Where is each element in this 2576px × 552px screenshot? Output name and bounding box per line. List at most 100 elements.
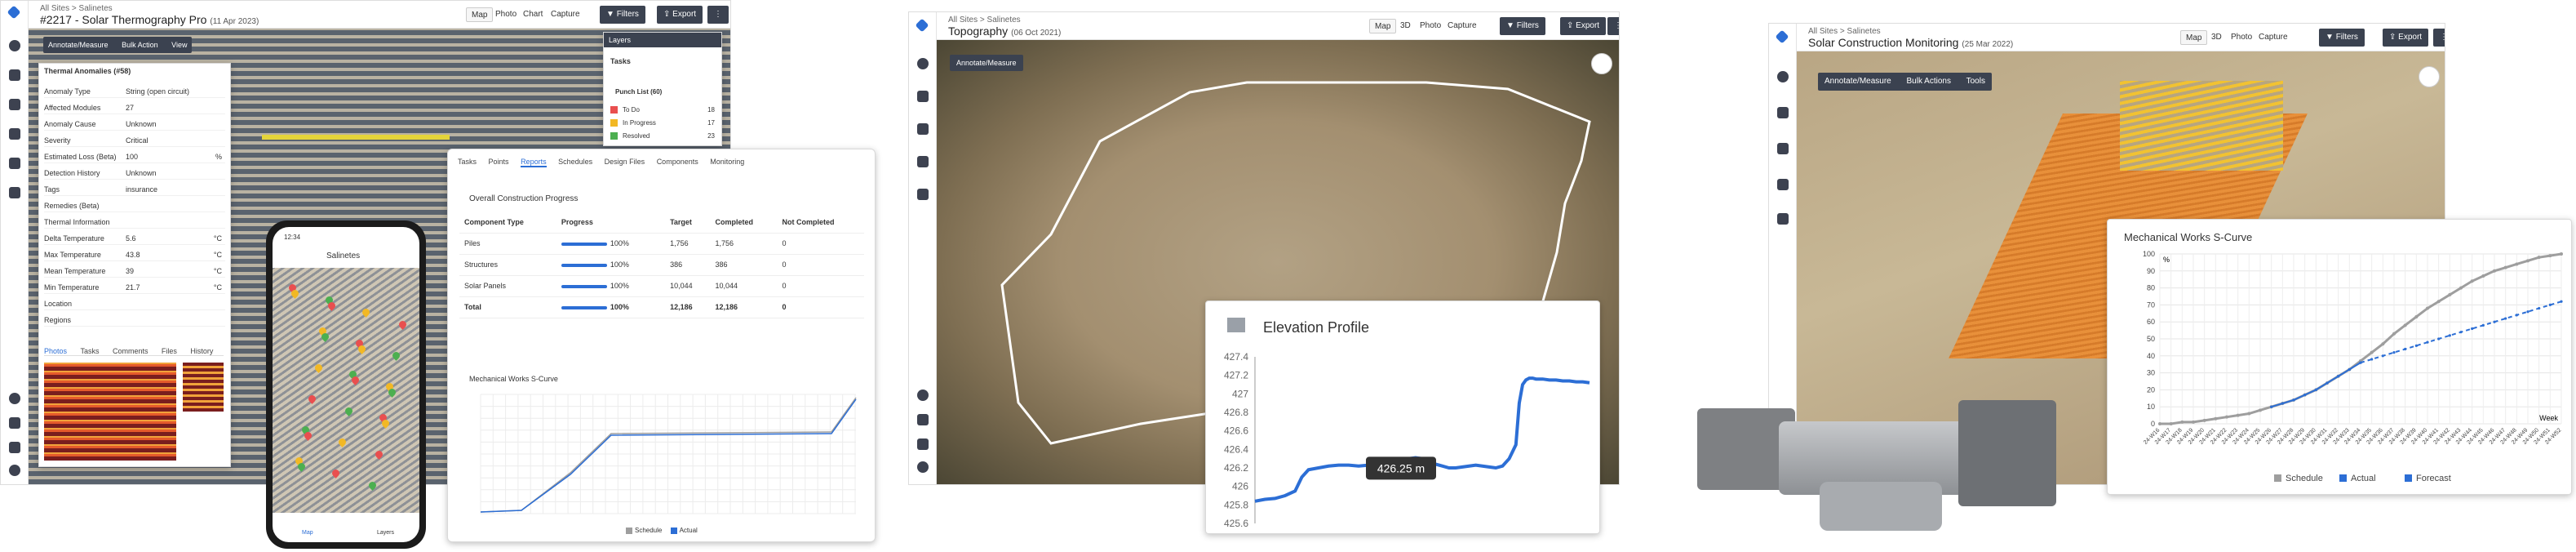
location-pin-icon[interactable] — [9, 69, 20, 81]
tab-map[interactable]: Map — [2180, 30, 2208, 45]
column-header[interactable]: Progress — [556, 211, 666, 234]
tab-photo[interactable]: Photo — [2226, 30, 2257, 45]
view-button[interactable]: View — [171, 41, 187, 49]
binoculars-icon[interactable] — [9, 99, 20, 110]
detail-field[interactable]: Severity Critical — [44, 134, 225, 147]
bell-icon[interactable] — [917, 414, 929, 425]
tab-monitoring[interactable]: Monitoring — [710, 158, 744, 166]
more-button[interactable]: ⋮ — [2433, 29, 2445, 47]
layer-item[interactable]: Resolved 23 — [610, 131, 715, 142]
document-icon[interactable] — [9, 158, 20, 169]
tab-chart[interactable]: Chart — [518, 7, 548, 22]
detail-field[interactable]: Max Temperature 43.8 °C — [44, 248, 225, 261]
table-row[interactable]: Solar Panels 100% 10,044 10,044 0 — [459, 275, 864, 297]
legend-label[interactable]: Forecast — [2416, 474, 2451, 483]
detail-field[interactable]: Delta Temperature 5.6 °C — [44, 232, 225, 245]
tab-3d[interactable]: 3D — [1395, 19, 1416, 33]
panel-rows-yellow[interactable] — [2120, 81, 2283, 171]
tab-points[interactable]: Points — [489, 158, 509, 166]
thermal-thumbnail[interactable] — [183, 363, 224, 412]
tab-tasks[interactable]: Tasks — [458, 158, 477, 166]
tab-photo[interactable]: Photo — [490, 7, 521, 22]
column-header[interactable]: Component Type — [459, 211, 556, 234]
layer-item[interactable]: In Progress 17 — [610, 118, 715, 129]
location-pin-icon[interactable] — [917, 91, 929, 102]
punch-list[interactable]: Punch List (60) — [615, 88, 662, 96]
table-row[interactable]: Piles 100% 1,756 1,756 0 — [459, 233, 864, 255]
column-header[interactable]: Target — [665, 211, 711, 234]
list-icon[interactable] — [9, 128, 20, 140]
tab-map[interactable]: Map — [466, 7, 494, 22]
tab-capture[interactable]: Capture — [546, 7, 585, 22]
tab-design-files[interactable]: Design Files — [605, 158, 645, 166]
more-button[interactable]: ⋮ — [1607, 17, 1619, 35]
tools-button[interactable]: Tools — [1966, 77, 1985, 86]
filters-button[interactable]: ▼ Filters — [1500, 17, 1545, 35]
breadcrumb[interactable]: All Sites > Salinetes — [40, 4, 113, 13]
tasks-layer[interactable]: Tasks — [610, 57, 631, 65]
detail-field[interactable]: Estimated Loss (Beta) 100% — [44, 150, 225, 163]
detail-field[interactable]: Affected Modules 27 — [44, 101, 225, 114]
column-header[interactable]: Completed — [710, 211, 778, 234]
help-icon[interactable] — [9, 40, 20, 51]
filters-button[interactable]: ▼ Filters — [600, 6, 645, 24]
layer-item[interactable]: To Do 18 — [610, 105, 715, 116]
tab-photos[interactable]: Photos — [44, 347, 67, 355]
help-icon[interactable] — [1777, 71, 1789, 82]
briefcase-icon[interactable] — [917, 189, 929, 200]
filters-button[interactable]: ▼ Filters — [2319, 29, 2365, 47]
annotate-measure-button[interactable]: Annotate/Measure — [956, 59, 1017, 67]
location-pin-icon[interactable] — [1777, 107, 1789, 118]
tab-3d[interactable]: 3D — [2206, 30, 2227, 45]
export-button[interactable]: ⇪ Export — [657, 6, 703, 24]
detail-field[interactable]: Location — [44, 297, 225, 310]
legend-label[interactable]: Actual — [2351, 474, 2376, 483]
phone-site-title[interactable]: Salinetes — [326, 252, 360, 260]
hotspot-row[interactable] — [262, 135, 450, 140]
help-circle-icon[interactable] — [917, 390, 929, 401]
detail-field[interactable]: Remedies (Beta) — [44, 199, 225, 212]
bulk-actions-button[interactable]: Bulk Actions — [1907, 77, 1951, 86]
tab-reports[interactable]: Reports — [521, 158, 547, 167]
tab-schedules[interactable]: Schedules — [558, 158, 592, 166]
detail-field[interactable]: Regions — [44, 314, 225, 327]
table-row[interactable]: Total 100% 12,186 12,186 0 — [459, 296, 864, 318]
table-row[interactable]: Structures 100% 386 386 0 — [459, 254, 864, 276]
briefcase-icon[interactable] — [1777, 213, 1789, 225]
detail-field[interactable]: Mean Temperature 39 °C — [44, 265, 225, 278]
tab-map[interactable]: Map — [1369, 19, 1397, 33]
tab-files[interactable]: Files — [162, 347, 177, 355]
detail-field[interactable]: Tags insurance — [44, 183, 225, 196]
tab-comments[interactable]: Comments — [113, 347, 149, 355]
binoculars-icon[interactable] — [917, 123, 929, 135]
help-circle-icon[interactable] — [9, 393, 20, 404]
detail-field[interactable]: Detection History Unknown — [44, 167, 225, 180]
bulk-action-button[interactable]: Bulk Action — [122, 41, 158, 49]
bell-icon[interactable] — [9, 417, 20, 429]
layers-toggle-icon[interactable] — [2419, 66, 2440, 87]
help-icon[interactable] — [917, 58, 929, 69]
legend-label[interactable]: Schedule — [2286, 474, 2323, 483]
briefcase-icon[interactable] — [9, 187, 20, 198]
tab-tasks[interactable]: Tasks — [80, 347, 99, 355]
breadcrumb[interactable]: All Sites > Salinetes — [1808, 27, 1881, 36]
bookmark-icon[interactable] — [9, 442, 20, 453]
phone-nav-layers[interactable]: Layers — [377, 530, 394, 536]
tab-components[interactable]: Components — [657, 158, 698, 166]
detail-field[interactable]: Min Temperature 21.7 °C — [44, 281, 225, 294]
tab-capture[interactable]: Capture — [1443, 19, 1482, 33]
phone-nav-map[interactable]: Map — [302, 530, 313, 536]
annotate-measure-button[interactable]: Annotate/Measure — [1824, 77, 1891, 86]
user-icon[interactable] — [9, 465, 20, 476]
tab-history[interactable]: History — [190, 347, 213, 355]
detail-field[interactable]: Anomaly Type String (open circuit) — [44, 85, 225, 98]
bookmark-icon[interactable] — [917, 438, 929, 450]
export-button[interactable]: ⇪ Export — [1560, 17, 1607, 35]
more-button[interactable]: ⋮ — [707, 6, 729, 24]
tab-photo[interactable]: Photo — [1415, 19, 1446, 33]
user-icon[interactable] — [917, 461, 929, 473]
detail-field[interactable]: Thermal Information — [44, 216, 225, 229]
thermal-photo[interactable] — [44, 363, 176, 461]
detail-field[interactable]: Anomaly Cause Unknown — [44, 118, 225, 131]
export-button[interactable]: ⇪ Export — [2383, 29, 2429, 47]
